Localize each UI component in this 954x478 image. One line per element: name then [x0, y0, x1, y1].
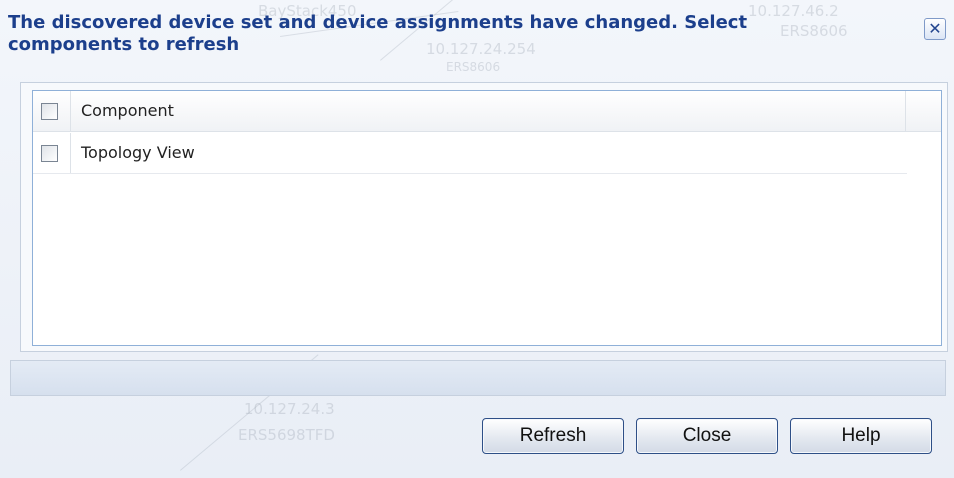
- topology-view-checkbox[interactable]: [41, 145, 58, 162]
- status-bar: [10, 360, 946, 396]
- row-label-component: Topology View: [81, 143, 195, 162]
- column-header-component: Component: [81, 101, 174, 120]
- table-row[interactable]: Topology View: [33, 133, 907, 174]
- help-button[interactable]: Help: [790, 418, 932, 454]
- background-device-label: ERS8606: [446, 60, 501, 74]
- refresh-button[interactable]: Refresh: [482, 418, 624, 454]
- dialog-title: The discovered device set and device ass…: [8, 12, 748, 55]
- close-button[interactable]: Close: [636, 418, 778, 454]
- refresh-components-dialog: BayStack450 10.127.24.254 ERS8606 10.127…: [0, 0, 954, 478]
- close-icon: ✕: [928, 19, 942, 38]
- background-device-label: 10.127.24.3: [244, 400, 335, 418]
- header-checkbox-cell: [33, 91, 71, 131]
- column-divider: [905, 91, 906, 131]
- select-all-checkbox[interactable]: [41, 103, 58, 120]
- row-checkbox-cell: [33, 133, 71, 173]
- table-header-row: Component: [33, 91, 941, 132]
- components-table: Component Topology View: [32, 90, 942, 346]
- close-dialog-button[interactable]: ✕: [924, 18, 946, 40]
- background-device-label: ERS5698TFD: [238, 426, 335, 444]
